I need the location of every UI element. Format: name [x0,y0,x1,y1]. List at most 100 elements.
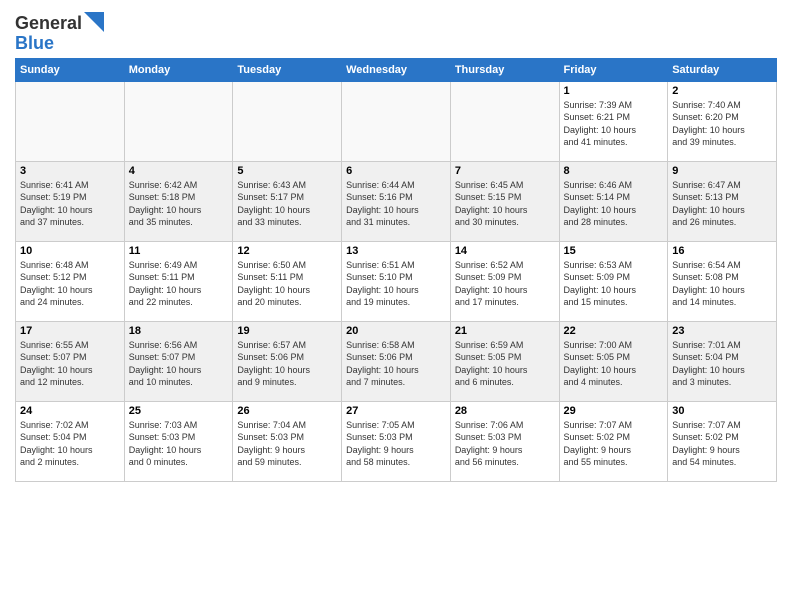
calendar-cell: 18Sunrise: 6:56 AM Sunset: 5:07 PM Dayli… [124,321,233,401]
cell-content: Sunrise: 6:49 AM Sunset: 5:11 PM Dayligh… [129,259,229,309]
cell-content: Sunrise: 7:06 AM Sunset: 5:03 PM Dayligh… [455,419,555,469]
cell-content: Sunrise: 6:52 AM Sunset: 5:09 PM Dayligh… [455,259,555,309]
day-number: 28 [455,405,555,417]
calendar-cell: 25 Sunrise: 7:03 AM Sunset: 5:03 PM Dayli… [124,401,233,481]
weekday-header-row: SundayMondayTuesdayWednesdayThursdayFrid… [16,58,777,81]
calendar-cell: 19 Sunrise: 6:57 AM Sunset: 5:06 PM Dayli… [233,321,342,401]
cell-content: Sunrise: 7:05 AM Sunset: 5:03 PM Dayligh… [346,419,446,469]
cell-content: Sunrise: 6:55 AM Sunset: 5:07 PM Dayligh… [20,339,120,389]
calendar-cell: 27 Sunrise: 7:05 AM Sunset: 5:03 PM Dayli… [342,401,451,481]
day-number: 11 [129,245,229,257]
day-number: 12 [237,245,337,257]
day-number: 16 [672,245,772,257]
calendar-table: SundayMondayTuesdayWednesdayThursdayFrid… [15,58,777,482]
cell-content: Sunrise: 7:39 AM Sunset: 6:21 PM Dayligh… [564,99,664,149]
day-number: 1 [564,85,664,97]
cell-content: Sunrise: 6:51 AM Sunset: 5:10 PM Dayligh… [346,259,446,309]
day-number: 21 [455,325,555,337]
cell-content: Sunrise: 6:44 AM Sunset: 5:16 PM Dayligh… [346,179,446,229]
cell-content: Sunrise: 7:01 AM Sunset: 5:04 PM Dayligh… [672,339,772,389]
weekday-header-wednesday: Wednesday [342,58,451,81]
day-number: 7 [455,165,555,177]
day-number: 9 [672,165,772,177]
calendar-cell: 15 Sunrise: 6:53 AM Sunset: 5:09 PM Dayli… [559,241,668,321]
cell-content: Sunrise: 7:03 AM Sunset: 5:03 PM Dayligh… [129,419,229,469]
weekday-header-tuesday: Tuesday [233,58,342,81]
cell-content: Sunrise: 6:41 AM Sunset: 5:19 PM Dayligh… [20,179,120,229]
cell-content: Sunrise: 7:04 AM Sunset: 5:03 PM Dayligh… [237,419,337,469]
calendar-cell: 26 Sunrise: 7:04 AM Sunset: 5:03 PM Dayli… [233,401,342,481]
cell-content: Sunrise: 6:42 AM Sunset: 5:18 PM Dayligh… [129,179,229,229]
cell-content: Sunrise: 6:54 AM Sunset: 5:08 PM Dayligh… [672,259,772,309]
day-number: 23 [672,325,772,337]
cell-content: Sunrise: 7:02 AM Sunset: 5:04 PM Dayligh… [20,419,120,469]
calendar-cell: 23 Sunrise: 7:01 AM Sunset: 5:04 PM Dayli… [668,321,777,401]
week-row-5: 24 Sunrise: 7:02 AM Sunset: 5:04 PM Dayli… [16,401,777,481]
weekday-header-sunday: Sunday [16,58,125,81]
logo-text: General Blue [15,14,104,54]
calendar-cell: 21 Sunrise: 6:59 AM Sunset: 5:05 PM Dayli… [450,321,559,401]
calendar-cell: 6Sunrise: 6:44 AM Sunset: 5:16 PM Daylig… [342,161,451,241]
calendar-cell: 3 Sunrise: 6:41 AM Sunset: 5:19 PM Daylig… [16,161,125,241]
calendar-cell: 13 Sunrise: 6:51 AM Sunset: 5:10 PM Dayli… [342,241,451,321]
calendar-cell [16,81,125,161]
calendar-cell: 20 Sunrise: 6:58 AM Sunset: 5:06 PM Dayli… [342,321,451,401]
calendar-cell: 22Sunrise: 7:00 AM Sunset: 5:05 PM Dayli… [559,321,668,401]
day-number: 14 [455,245,555,257]
cell-content: Sunrise: 6:53 AM Sunset: 5:09 PM Dayligh… [564,259,664,309]
cell-content: Sunrise: 6:48 AM Sunset: 5:12 PM Dayligh… [20,259,120,309]
weekday-header-friday: Friday [559,58,668,81]
day-number: 5 [237,165,337,177]
day-number: 15 [564,245,664,257]
calendar-cell: 28 Sunrise: 7:06 AM Sunset: 5:03 PM Dayli… [450,401,559,481]
cell-content: Sunrise: 6:58 AM Sunset: 5:06 PM Dayligh… [346,339,446,389]
day-number: 20 [346,325,446,337]
calendar-cell: 29Sunrise: 7:07 AM Sunset: 5:02 PM Dayli… [559,401,668,481]
cell-content: Sunrise: 6:47 AM Sunset: 5:13 PM Dayligh… [672,179,772,229]
calendar-cell [450,81,559,161]
cell-content: Sunrise: 6:57 AM Sunset: 5:06 PM Dayligh… [237,339,337,389]
day-number: 25 [129,405,229,417]
calendar-cell: 14 Sunrise: 6:52 AM Sunset: 5:09 PM Dayli… [450,241,559,321]
calendar-cell: 12 Sunrise: 6:50 AM Sunset: 5:11 PM Dayli… [233,241,342,321]
calendar-cell: 17Sunrise: 6:55 AM Sunset: 5:07 PM Dayli… [16,321,125,401]
cell-content: Sunrise: 7:07 AM Sunset: 5:02 PM Dayligh… [564,419,664,469]
day-number: 2 [672,85,772,97]
logo-general: General [15,14,82,34]
weekday-header-saturday: Saturday [668,58,777,81]
calendar-cell: 30Sunrise: 7:07 AM Sunset: 5:02 PM Dayli… [668,401,777,481]
header: General Blue [15,10,777,54]
cell-content: Sunrise: 6:50 AM Sunset: 5:11 PM Dayligh… [237,259,337,309]
cell-content: Sunrise: 6:59 AM Sunset: 5:05 PM Dayligh… [455,339,555,389]
day-number: 24 [20,405,120,417]
calendar-cell [233,81,342,161]
logo-arrow-icon [84,12,104,32]
main-container: General Blue SundayMondayTuesdayWednesda… [0,0,792,487]
logo: General Blue [15,14,104,54]
weekday-header-thursday: Thursday [450,58,559,81]
week-row-4: 17Sunrise: 6:55 AM Sunset: 5:07 PM Dayli… [16,321,777,401]
calendar-cell: 10 Sunrise: 6:48 AM Sunset: 5:12 PM Dayli… [16,241,125,321]
day-number: 8 [564,165,664,177]
calendar-cell [342,81,451,161]
day-number: 26 [237,405,337,417]
day-number: 19 [237,325,337,337]
calendar-cell: 16 Sunrise: 6:54 AM Sunset: 5:08 PM Dayli… [668,241,777,321]
day-number: 3 [20,165,120,177]
cell-content: Sunrise: 6:56 AM Sunset: 5:07 PM Dayligh… [129,339,229,389]
cell-content: Sunrise: 6:45 AM Sunset: 5:15 PM Dayligh… [455,179,555,229]
calendar-cell: 5Sunrise: 6:43 AM Sunset: 5:17 PM Daylig… [233,161,342,241]
calendar-cell: 2Sunrise: 7:40 AM Sunset: 6:20 PM Daylig… [668,81,777,161]
cell-content: Sunrise: 7:00 AM Sunset: 5:05 PM Dayligh… [564,339,664,389]
calendar-cell: 7 Sunrise: 6:45 AM Sunset: 5:15 PM Daylig… [450,161,559,241]
day-number: 13 [346,245,446,257]
calendar-cell: 4 Sunrise: 6:42 AM Sunset: 5:18 PM Daylig… [124,161,233,241]
day-number: 27 [346,405,446,417]
day-number: 10 [20,245,120,257]
calendar-cell: 1 Sunrise: 7:39 AM Sunset: 6:21 PM Daylig… [559,81,668,161]
calendar-cell: 9 Sunrise: 6:47 AM Sunset: 5:13 PM Daylig… [668,161,777,241]
week-row-1: 1 Sunrise: 7:39 AM Sunset: 6:21 PM Daylig… [16,81,777,161]
calendar-cell: 8Sunrise: 6:46 AM Sunset: 5:14 PM Daylig… [559,161,668,241]
week-row-3: 10 Sunrise: 6:48 AM Sunset: 5:12 PM Dayli… [16,241,777,321]
day-number: 4 [129,165,229,177]
